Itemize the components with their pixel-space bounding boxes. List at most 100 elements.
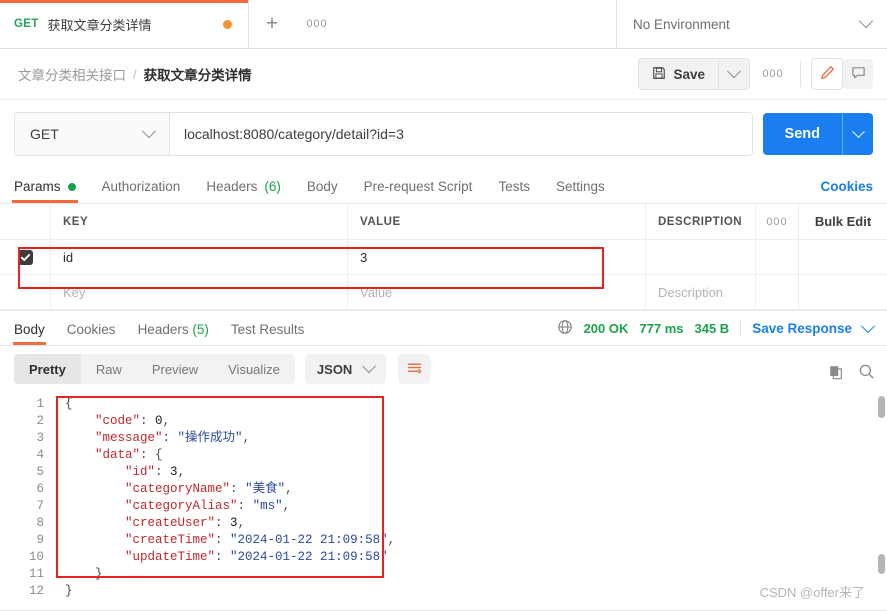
row-value-input[interactable]: 3 [348,240,646,274]
json-token: : [215,516,231,530]
json-token: : [140,448,156,462]
tab-settings[interactable]: Settings [556,179,605,203]
table-options-ellipsis-icon[interactable]: 000 [756,204,799,239]
search-icon[interactable] [858,363,875,383]
placeholder-value-input[interactable]: Value [348,275,646,309]
save-options-button[interactable] [718,59,749,89]
json-token: : [162,431,178,445]
http-method-selector[interactable]: GET [15,113,170,155]
environment-label: No Environment [633,16,730,32]
json-token: "data" [95,448,141,462]
tab-tests-label: Tests [498,179,530,194]
json-token: "categoryAlias" [125,499,238,513]
send-button-group[interactable]: Send [762,113,873,155]
json-token: "createUser" [125,516,216,530]
response-tab-cookies[interactable]: Cookies [67,322,116,345]
json-line: "createUser": 3, [65,515,887,532]
row-description-input[interactable] [646,240,756,274]
tab-pre-request-script[interactable]: Pre-request Script [364,179,473,203]
line-number: 8 [36,516,44,530]
response-status-group: 200 OK 777 ms 345 B Save Response [557,318,876,338]
request-tabs: Params Authorization Headers (6) Body Pr… [0,168,887,204]
json-line: "message": "操作成功", [65,430,887,447]
row-enabled-checkbox[interactable] [17,249,33,265]
line-number: 10 [28,550,44,564]
tab-params-label: Params [14,179,61,194]
tab-options-ellipsis-icon[interactable]: 000 [295,0,339,48]
watermark: CSDN @offer来了 [759,585,865,600]
line-number: 5 [36,465,44,479]
line-number: 6 [36,482,44,496]
copy-icon[interactable] [828,364,844,383]
response-time: 777 ms [639,321,684,336]
breadcrumb-collection[interactable]: 文章分类相关接口 [18,64,126,84]
breadcrumb-bar: 文章分类相关接口 / 获取文章分类详情 Save 000 [0,49,887,100]
json-line: { [65,396,887,413]
tab-authorization[interactable]: Authorization [102,179,181,203]
line-number-gutter: 1 2 3 4 5 6 7 8 9 10 11 12 [0,396,53,600]
chevron-down-icon[interactable] [860,318,876,333]
url-input[interactable]: localhost:8080/category/detail?id=3 [170,113,752,155]
send-button[interactable]: Send [763,113,842,155]
response-scrollbar[interactable] [878,396,885,574]
tab-params[interactable]: Params [12,179,78,203]
tab-headers-label: Headers [206,179,258,194]
placeholder-key-input[interactable]: Key [51,275,348,309]
response-tab-body[interactable]: Body [13,322,46,345]
response-language-selector[interactable]: JSON [304,354,387,384]
send-options-button[interactable] [842,113,873,155]
comments-button[interactable] [843,59,873,89]
save-response-button[interactable]: Save Response [752,321,852,336]
chevron-down-icon [362,359,377,374]
json-token: } [65,584,73,598]
line-number: 1 [36,397,44,411]
breadcrumb-separator: / [133,66,137,82]
cookies-link[interactable]: Cookies [820,179,873,194]
tab-authorization-label: Authorization [101,179,181,194]
new-tab-button[interactable]: + [249,0,295,48]
response-body-json[interactable]: 1 2 3 4 5 6 7 8 9 10 11 12 { "code": 0, "message": … [0,392,887,600]
edit-description-button[interactable] [811,58,843,90]
row-key-input[interactable]: id [51,240,348,274]
response-tab-headers-label: Headers [137,322,189,337]
floppy-disk-icon [652,66,666,83]
view-visualize-button[interactable]: Visualize [213,354,295,384]
json-token: : [230,482,246,496]
response-tab-headers[interactable]: Headers (5) [138,322,209,345]
save-button-group[interactable]: Save [638,58,750,90]
save-button[interactable]: Save [639,59,718,89]
json-token: : [215,533,231,547]
json-token: : [215,550,231,564]
status-code: 200 OK [583,321,629,336]
response-language-label: JSON [316,361,353,377]
scrollbar-thumb-top[interactable] [878,396,885,418]
placeholder-description-input[interactable]: Description [646,275,756,309]
response-tab-test-results[interactable]: Test Results [231,322,305,345]
json-token: "2024-01-22 21:09:58" [230,533,388,547]
view-preview-button[interactable]: Preview [137,354,213,384]
row-ellipsis-cell [756,240,799,274]
tab-headers[interactable]: Headers (6) [206,179,281,203]
header-key: KEY [51,204,348,239]
view-pretty-button[interactable]: Pretty [14,354,81,384]
placeholder-checkbox-cell [0,275,51,309]
response-tab-headers-count: (5) [192,322,209,337]
json-token: , [387,533,396,547]
scrollbar-thumb-bottom[interactable] [878,554,885,574]
json-line: "updateTime": "2024-01-22 21:09:58" [65,549,887,566]
json-token: , [162,414,171,428]
request-tab-active[interactable]: GET 获取文章分类详情 [0,0,249,48]
request-more-actions-button[interactable]: 000 [756,59,790,89]
tab-body[interactable]: Body [307,179,338,203]
view-raw-button[interactable]: Raw [81,354,137,384]
bulk-edit-button[interactable]: Bulk Edit [799,204,887,239]
tab-tests[interactable]: Tests [498,179,530,203]
environment-selector[interactable]: No Environment [617,0,887,48]
word-wrap-toggle[interactable] [398,354,431,384]
json-code-area[interactable]: { "code": 0, "message": "操作成功", "data": … [53,396,887,600]
line-number: 2 [36,414,44,428]
